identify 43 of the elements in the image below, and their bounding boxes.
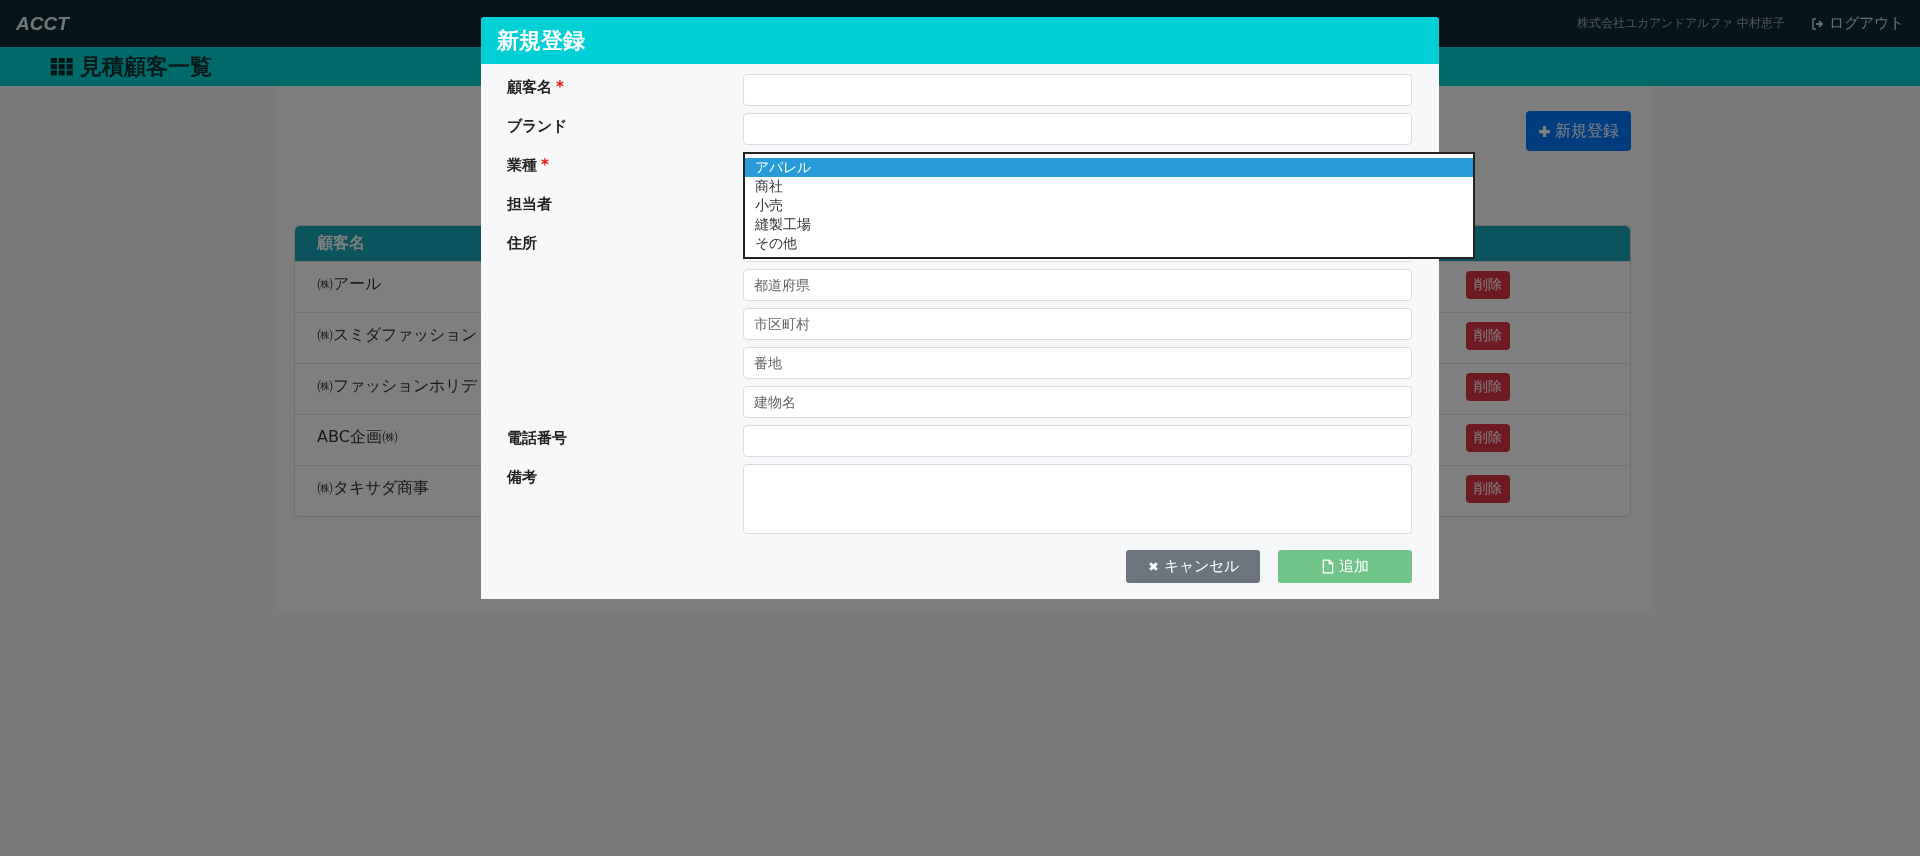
input-field[interactable]: 建物名	[743, 386, 1412, 418]
dropdown-option[interactable]: 商社	[745, 177, 1473, 196]
cancel-button[interactable]: キャンセル	[1126, 550, 1260, 583]
required-mark: *	[541, 156, 549, 174]
field-label: 住所	[507, 234, 537, 253]
customer-name-cell: ㈱アール	[317, 274, 381, 295]
close-icon	[1147, 561, 1159, 572]
input-field[interactable]: 市区町村	[743, 308, 1412, 340]
grid-icon	[50, 57, 74, 76]
customer-name-cell: ABC企画㈱	[317, 427, 398, 448]
delete-button[interactable]: 削除	[1466, 475, 1510, 503]
page-title: 見積顧客一覧	[80, 52, 212, 81]
field-label: 業種	[507, 156, 537, 175]
delete-button[interactable]: 削除	[1466, 373, 1510, 401]
dialog-title: 新規登録	[497, 26, 585, 55]
customer-name-cell: ㈱ファッションホリデ	[317, 376, 477, 397]
input-field[interactable]: 都道府県	[743, 269, 1412, 301]
dropdown-option[interactable]: アパレル	[745, 158, 1473, 177]
dropdown-option[interactable]: 縫製工場	[745, 215, 1473, 234]
input-field[interactable]: 番地	[743, 347, 1412, 379]
file-icon	[1321, 559, 1334, 574]
required-mark: *	[556, 78, 564, 96]
dropdown-option[interactable]: 小売	[745, 196, 1473, 215]
logout-link[interactable]: ログアウト	[1811, 14, 1904, 33]
field-label: 備考	[507, 468, 537, 487]
new-registration-button[interactable]: 新規登録	[1526, 111, 1631, 151]
customer-name-cell: ㈱スミダファッション	[317, 325, 477, 346]
field-label: 顧客名	[507, 78, 552, 97]
brand-logo-text: ACCT	[16, 12, 69, 35]
column-header: 顧客名	[317, 233, 365, 254]
delete-button[interactable]: 削除	[1466, 322, 1510, 350]
logout-icon	[1811, 16, 1825, 31]
field-label: 担当者	[507, 195, 552, 214]
add-button[interactable]: 追加	[1278, 550, 1412, 583]
customer-name-cell: ㈱タキサダ商事	[317, 478, 429, 499]
company-user-text: 株式会社ユカアンドアルファ 中村恵子	[1577, 15, 1785, 32]
field-label: 電話番号	[507, 429, 567, 448]
delete-button[interactable]: 削除	[1466, 271, 1510, 299]
delete-button[interactable]: 削除	[1466, 424, 1510, 452]
plus-icon	[1538, 124, 1551, 138]
field-label: ブランド	[507, 117, 567, 136]
textarea-field[interactable]	[743, 464, 1412, 534]
dropdown-option[interactable]: その他	[745, 234, 1473, 253]
